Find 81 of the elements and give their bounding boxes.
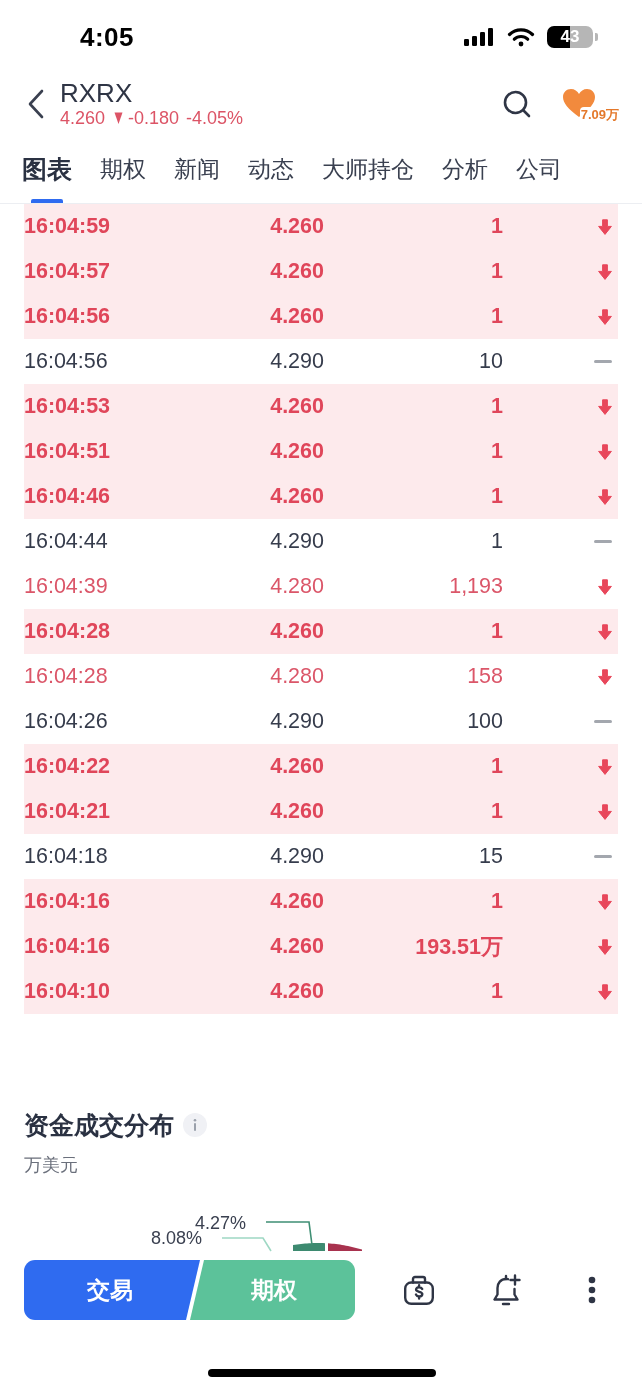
trade-price: 4.290 xyxy=(270,709,324,734)
trade-price: 4.260 xyxy=(270,799,324,824)
trade-time: 16:04:46 xyxy=(24,484,111,509)
trade-volume: 1 xyxy=(491,214,503,239)
trade-price: 4.290 xyxy=(270,529,324,554)
more-icon[interactable] xyxy=(588,1276,596,1304)
tab[interactable]: 图表 xyxy=(22,138,72,203)
money-bag-icon[interactable] xyxy=(403,1274,435,1306)
percent-label: 8.08% xyxy=(151,1228,203,1248)
trade-volume: 1,193 xyxy=(449,574,503,599)
trade-time: 16:04:16 xyxy=(24,934,111,959)
trade-volume: 193.51万 xyxy=(415,934,503,961)
trade-time: 16:04:56 xyxy=(24,349,108,374)
trade-price: 4.260 xyxy=(270,484,324,509)
trade-volume: 1 xyxy=(491,754,503,779)
trade-volume: 1 xyxy=(491,439,503,464)
trade-volume: 10 xyxy=(479,349,503,374)
trade-price: 4.260 xyxy=(270,889,324,914)
trade-price: 4.260 xyxy=(270,304,324,329)
info-icon[interactable] xyxy=(183,1113,207,1137)
stock-symbol: RXRX xyxy=(60,79,133,107)
trade-price: 4.280 xyxy=(270,574,324,599)
trade-price: 4.260 xyxy=(270,259,324,284)
trade-volume: 1 xyxy=(491,799,503,824)
trade-time: 16:04:53 xyxy=(24,394,111,419)
trade-volume: 158 xyxy=(467,664,503,689)
trade-time: 16:04:28 xyxy=(24,619,111,644)
search-icon[interactable] xyxy=(503,90,531,118)
trade-time: 16:04:51 xyxy=(24,439,111,464)
trade-volume: 1 xyxy=(491,304,503,329)
status-time: 4:05 xyxy=(80,21,135,53)
tab[interactable]: 新闻 xyxy=(174,138,220,203)
trade-volume: 1 xyxy=(491,619,503,644)
trade-volume: 1 xyxy=(491,394,503,419)
tab[interactable]: 分析 xyxy=(442,138,488,203)
signal-icon xyxy=(464,28,494,46)
price-change: -0.180 xyxy=(128,107,180,129)
wifi-icon xyxy=(507,27,535,47)
trade-price: 4.260 xyxy=(270,979,324,1004)
trade-time: 16:04:28 xyxy=(24,664,108,689)
section-title: 资金成交分布 xyxy=(24,1110,174,1141)
trade-time: 16:04:44 xyxy=(24,529,108,554)
trade-price: 4.280 xyxy=(270,664,324,689)
tab[interactable]: 大师持仓 xyxy=(322,138,414,203)
trade-volume: 1 xyxy=(491,259,503,284)
trade-price: 4.260 xyxy=(270,754,324,779)
trade-volume: 1 xyxy=(491,529,503,554)
follower-count: 7.09万 xyxy=(579,107,620,122)
back-icon[interactable] xyxy=(27,89,45,119)
trade-volume: 1 xyxy=(491,979,503,1004)
trade-time: 16:04:57 xyxy=(24,259,111,284)
trade-time: 16:04:22 xyxy=(24,754,111,779)
trade-time: 16:04:26 xyxy=(24,709,108,734)
trade-time: 16:04:56 xyxy=(24,304,111,329)
donut-slice xyxy=(328,1243,362,1251)
trade-price: 4.260 xyxy=(270,214,324,239)
price-change-percent: -4.05% xyxy=(186,107,244,129)
stock-price: 4.260 xyxy=(60,107,106,129)
unit-label: 万美元 xyxy=(24,1154,78,1177)
trade-volume: 15 xyxy=(479,844,503,869)
trade-button[interactable]: 交易 xyxy=(24,1260,200,1320)
trade-time: 16:04:59 xyxy=(24,214,111,239)
trade-price: 4.290 xyxy=(270,844,324,869)
bell-plus-icon[interactable] xyxy=(490,1273,522,1307)
trade-volume: 1 xyxy=(491,484,503,509)
trade-volume: 100 xyxy=(467,709,503,734)
tab[interactable]: 期权 xyxy=(100,138,146,203)
tab[interactable]: 动态 xyxy=(248,138,294,203)
trade-time: 16:04:18 xyxy=(24,844,108,869)
tab[interactable]: 公司 xyxy=(516,138,562,203)
trade-price: 4.260 xyxy=(270,619,324,644)
trade-time: 16:04:16 xyxy=(24,889,111,914)
trade-time: 16:04:21 xyxy=(24,799,111,824)
donut-slice xyxy=(293,1243,325,1251)
trade-time: 16:04:39 xyxy=(24,574,108,599)
trade-price: 4.260 xyxy=(270,439,324,464)
trade-volume: 1 xyxy=(491,889,503,914)
trade-time: 16:04:10 xyxy=(24,979,111,1004)
trade-price: 4.260 xyxy=(270,394,324,419)
trade-price: 4.290 xyxy=(270,349,324,374)
trade-price: 4.260 xyxy=(270,934,324,959)
